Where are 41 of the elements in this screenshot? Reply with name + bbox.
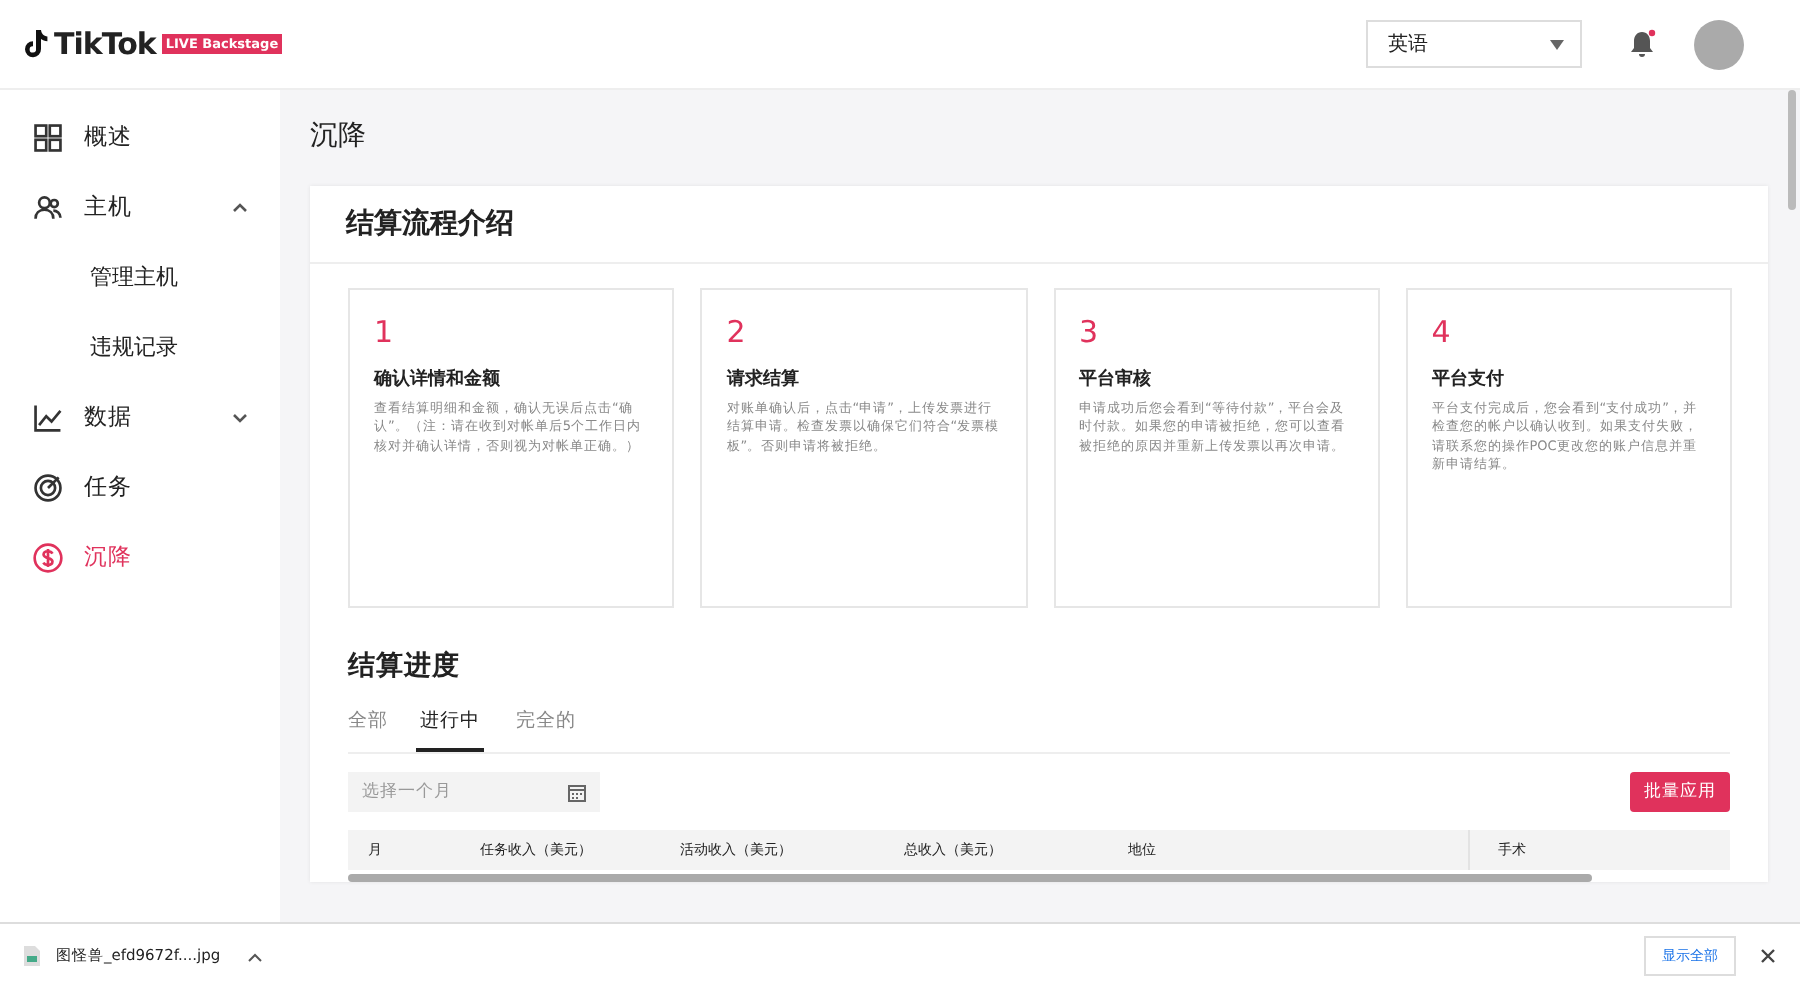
language-select[interactable]: 英语 bbox=[1366, 20, 1582, 68]
close-icon[interactable] bbox=[1760, 948, 1776, 964]
bell-icon[interactable] bbox=[1626, 28, 1658, 60]
sidebar-item[interactable]: 概述 bbox=[0, 102, 280, 172]
dollar-icon bbox=[32, 541, 64, 573]
step-number: 4 bbox=[1431, 314, 1453, 350]
calendar-icon[interactable] bbox=[568, 783, 586, 801]
section-title: 结算进度 bbox=[348, 648, 462, 684]
step-number: 3 bbox=[1079, 314, 1101, 350]
tab[interactable]: 完全的 bbox=[516, 700, 576, 752]
month-picker[interactable]: 选择一个月 bbox=[348, 772, 600, 812]
sidebar-item[interactable]: 数据 bbox=[0, 382, 280, 452]
chevron-icon[interactable] bbox=[232, 409, 248, 425]
sidebar-subitem[interactable]: 管理主机 bbox=[0, 242, 280, 312]
tab[interactable]: 进行中 bbox=[416, 700, 484, 752]
page-title: 沉降 bbox=[310, 118, 368, 156]
batch-apply-button[interactable]: 批量应用 bbox=[1630, 772, 1730, 812]
step-number: 2 bbox=[726, 314, 748, 350]
sidebar-item[interactable]: 沉降 bbox=[0, 522, 280, 592]
caret-icon[interactable] bbox=[248, 951, 263, 961]
step-title: 平台支付 bbox=[1431, 366, 1506, 392]
sidebar-subitem[interactable]: 违规记录 bbox=[0, 312, 280, 382]
step-title: 请求结算 bbox=[726, 366, 801, 392]
caret-icon bbox=[1550, 39, 1564, 49]
tab[interactable]: 全部 bbox=[348, 700, 388, 752]
target-icon bbox=[32, 471, 64, 503]
scrollbar[interactable] bbox=[1788, 90, 1796, 210]
scrollbar[interactable] bbox=[348, 874, 1592, 882]
step-title: 确认详情和金额 bbox=[374, 366, 502, 392]
image-file-icon bbox=[24, 946, 40, 966]
grid-icon bbox=[32, 121, 64, 153]
sidebar-item[interactable]: 任务 bbox=[0, 452, 280, 522]
people-icon bbox=[32, 191, 64, 223]
sidebar-item[interactable]: 主机 bbox=[0, 172, 280, 242]
chevron-icon[interactable] bbox=[232, 199, 248, 215]
step-title: 平台审核 bbox=[1079, 366, 1153, 392]
logo-wordmark: TikTok bbox=[54, 26, 156, 62]
line-chart-icon bbox=[32, 401, 64, 433]
section-title: 结算流程介绍 bbox=[310, 186, 1768, 264]
music-note-icon bbox=[24, 30, 48, 58]
step-number: 1 bbox=[374, 314, 396, 350]
